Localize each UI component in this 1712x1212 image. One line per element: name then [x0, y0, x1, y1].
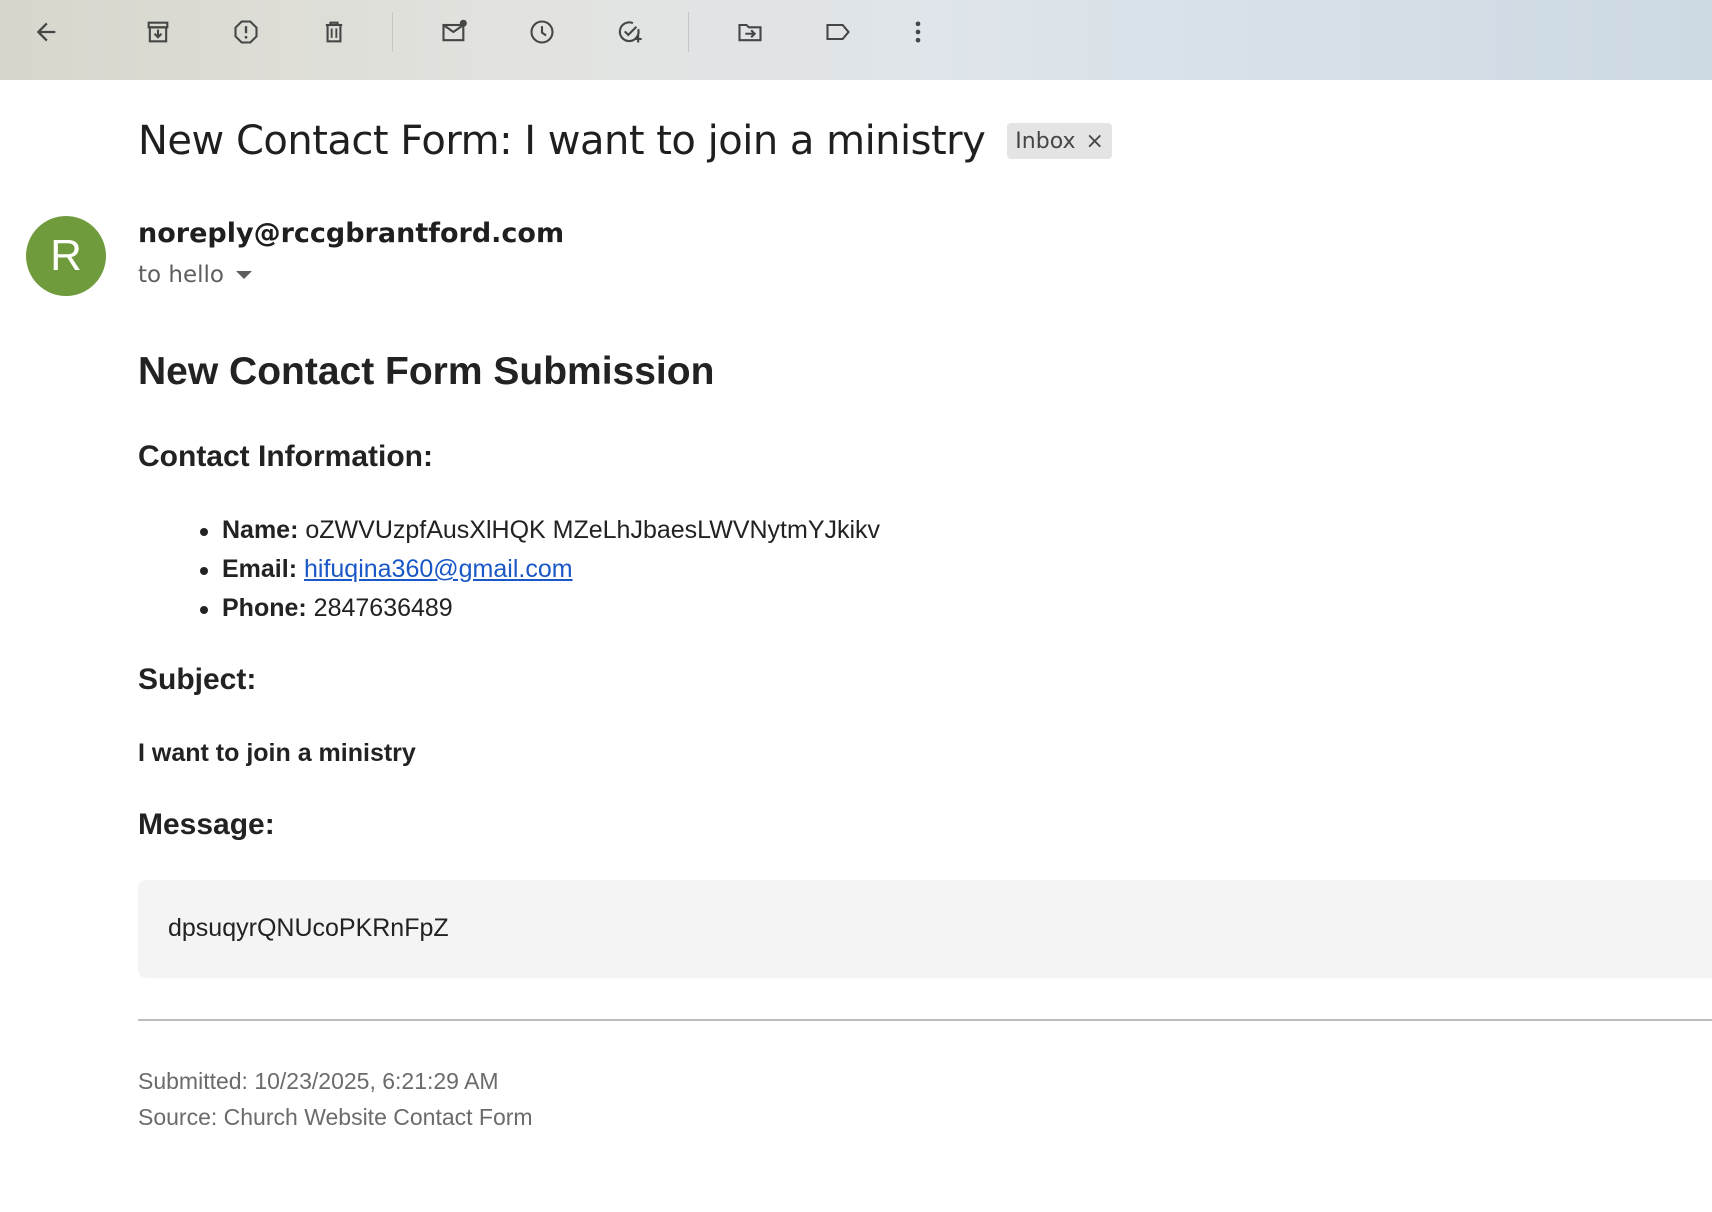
mark-unread-button[interactable]: [430, 8, 478, 56]
report-spam-icon: [234, 20, 258, 44]
recipient-details-toggle[interactable]: to hello: [138, 262, 252, 288]
remove-label-icon[interactable]: ×: [1086, 129, 1104, 154]
name-value: oZWVUzpfAusXlHQK MZeLhJbaesLWVNytmYJkikv: [305, 516, 881, 544]
email-label: Email:: [222, 555, 298, 583]
snooze-button[interactable]: [518, 8, 566, 56]
submission-source: Source: Church Website Contact Form: [138, 1104, 533, 1130]
email-subject: New Contact Form: I want to join a minis…: [138, 118, 986, 164]
add-to-tasks-icon: [618, 21, 642, 43]
message-value: dpsuqyrQNUcoPKRnFpZ: [168, 914, 449, 942]
back-button[interactable]: [22, 8, 70, 56]
contact-info-list: Name: oZWVUzpfAusXlHQK MZeLhJbaesLWVNytm…: [199, 511, 881, 628]
subject-value: I want to join a ministry: [138, 739, 416, 767]
inbox-label-chip[interactable]: Inbox ×: [1007, 123, 1112, 159]
chevron-down-icon: [235, 271, 252, 279]
snooze-icon: [530, 20, 554, 44]
form-heading: New Contact Form Submission: [138, 350, 715, 393]
recipient-text: to hello: [138, 262, 224, 288]
add-to-tasks-button[interactable]: [606, 8, 654, 56]
toolbar-divider: [392, 12, 393, 52]
label-icon: [826, 23, 850, 41]
delete-icon: [325, 21, 343, 43]
email-link[interactable]: hifuqina360@gmail.com: [304, 555, 573, 583]
submitted-timestamp: Submitted: 10/23/2025, 6:21:29 AM: [138, 1068, 499, 1094]
name-label: Name:: [222, 516, 299, 544]
move-to-button[interactable]: [726, 8, 774, 56]
subject-heading: Subject:: [138, 663, 257, 696]
phone-label: Phone:: [222, 594, 307, 622]
avatar[interactable]: R: [26, 216, 106, 296]
report-spam-button[interactable]: [222, 8, 270, 56]
list-item-phone: Phone: 2847636489: [199, 589, 880, 628]
archive-icon: [147, 21, 169, 43]
divider: [138, 1019, 1712, 1021]
inbox-label-text: Inbox: [1015, 128, 1076, 154]
message-box: dpsuqyrQNUcoPKRnFpZ: [138, 880, 1712, 978]
archive-button[interactable]: [134, 8, 182, 56]
more-vert-icon: [915, 21, 921, 43]
toolbar-divider: [688, 12, 689, 52]
sender-email[interactable]: noreply@rccgbrantford.com: [138, 218, 564, 249]
more-options-button[interactable]: [894, 8, 942, 56]
list-item-email: Email: hifuqina360@gmail.com: [199, 550, 880, 589]
label-button[interactable]: [814, 8, 862, 56]
message-heading: Message:: [138, 808, 275, 841]
subject-row: New Contact Form: I want to join a minis…: [138, 118, 1112, 164]
list-item-name: Name: oZWVUzpfAusXlHQK MZeLhJbaesLWVNytm…: [199, 511, 881, 550]
mark-unread-icon: [442, 19, 467, 42]
back-arrow-icon: [36, 22, 56, 42]
move-to-icon: [738, 23, 762, 42]
contact-heading: Contact Information:: [138, 440, 433, 473]
toolbar: [0, 0, 1712, 80]
phone-value: 2847636489: [313, 594, 453, 622]
delete-button[interactable]: [310, 8, 358, 56]
